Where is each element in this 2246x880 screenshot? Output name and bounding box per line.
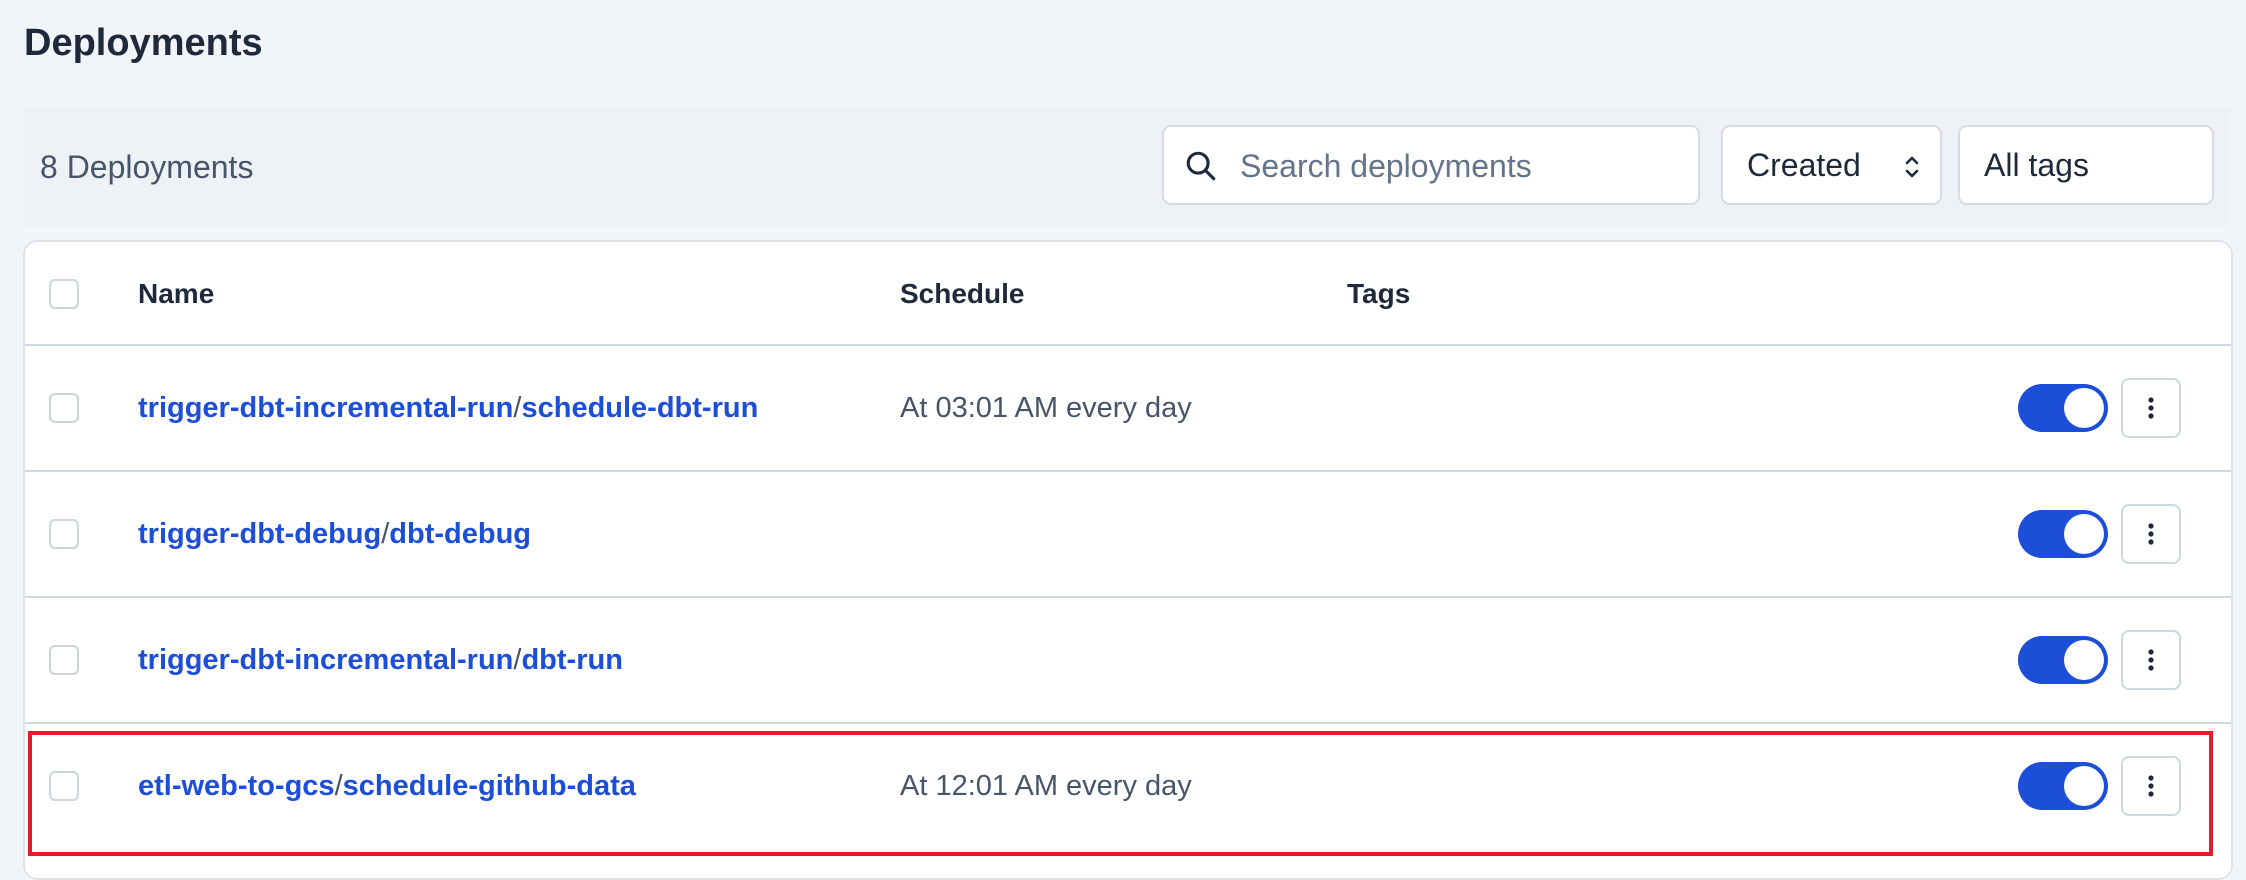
- deployment-enabled-toggle[interactable]: [2018, 762, 2108, 810]
- row-menu-button[interactable]: [2121, 378, 2181, 438]
- sort-select[interactable]: Created: [1721, 125, 1942, 205]
- deployments-count: 8 Deployments: [40, 149, 254, 185]
- deployment-link[interactable]: dbt-run: [521, 644, 622, 676]
- tags-filter-select[interactable]: All tags: [1958, 125, 2214, 205]
- row-menu-button[interactable]: [2121, 756, 2181, 816]
- row-checkbox[interactable]: [49, 771, 79, 801]
- deployment-name: trigger-dbt-debug/dbt-debug: [138, 472, 531, 596]
- deployment-link[interactable]: schedule-github-data: [343, 770, 636, 802]
- vertical-ellipsis-icon: [2148, 523, 2154, 545]
- deployment-enabled-toggle[interactable]: [2018, 384, 2108, 432]
- row-checkbox[interactable]: [49, 645, 79, 675]
- search-input[interactable]: [1238, 127, 1682, 205]
- column-header-schedule: Schedule: [900, 278, 1025, 309]
- column-header-tags: Tags: [1347, 278, 1411, 309]
- deployment-enabled-toggle[interactable]: [2018, 510, 2108, 558]
- column-header-name: Name: [138, 278, 215, 309]
- table-row: trigger-dbt-debug/dbt-debug: [25, 472, 2231, 598]
- deployment-enabled-toggle[interactable]: [2018, 636, 2108, 684]
- select-all-checkbox[interactable]: [49, 279, 79, 309]
- table-row: trigger-dbt-incremental-run/schedule-dbt…: [25, 346, 2231, 472]
- deployments-toolbar: 8 Deployments Created All tags: [24, 108, 2230, 226]
- flow-link[interactable]: trigger-dbt-incremental-run: [138, 644, 513, 676]
- toggle-knob: [2064, 766, 2104, 806]
- table-row: etl-web-to-gcs/schedule-github-data At 1…: [25, 724, 2231, 850]
- table-header: Name Schedule Tags: [25, 242, 2231, 346]
- deployment-schedule: At 03:01 AM every day: [900, 392, 1192, 424]
- deployment-schedule: At 12:01 AM every day: [900, 770, 1192, 802]
- deployment-name: trigger-dbt-incremental-run/schedule-dbt…: [138, 346, 758, 470]
- name-separator: /: [334, 770, 343, 802]
- toggle-knob: [2064, 388, 2104, 428]
- table-row: trigger-dbt-incremental-run/dbt-run: [25, 598, 2231, 724]
- sort-select-value: Created: [1747, 147, 1861, 183]
- search-icon: [1186, 151, 1216, 181]
- flow-link[interactable]: trigger-dbt-incremental-run: [138, 392, 513, 424]
- deployment-link[interactable]: dbt-debug: [389, 518, 531, 550]
- vertical-ellipsis-icon: [2148, 397, 2154, 419]
- toggle-knob: [2064, 640, 2104, 680]
- tags-filter-value: All tags: [1984, 147, 2089, 183]
- deployment-link[interactable]: schedule-dbt-run: [521, 392, 758, 424]
- deployments-table: Name Schedule Tags trigger-dbt-increment…: [23, 240, 2233, 880]
- search-box[interactable]: [1162, 125, 1700, 205]
- page-title: Deployments: [24, 22, 263, 64]
- vertical-ellipsis-icon: [2148, 775, 2154, 797]
- deployment-name: trigger-dbt-incremental-run/dbt-run: [138, 598, 623, 722]
- row-checkbox[interactable]: [49, 393, 79, 423]
- toggle-knob: [2064, 514, 2104, 554]
- flow-link[interactable]: trigger-dbt-debug: [138, 518, 381, 550]
- chevron-up-down-icon: [1905, 156, 1919, 178]
- row-menu-button[interactable]: [2121, 504, 2181, 564]
- deployment-name: etl-web-to-gcs/schedule-github-data: [138, 724, 636, 848]
- flow-link[interactable]: etl-web-to-gcs: [138, 770, 335, 802]
- row-checkbox[interactable]: [49, 519, 79, 549]
- vertical-ellipsis-icon: [2148, 649, 2154, 671]
- row-menu-button[interactable]: [2121, 630, 2181, 690]
